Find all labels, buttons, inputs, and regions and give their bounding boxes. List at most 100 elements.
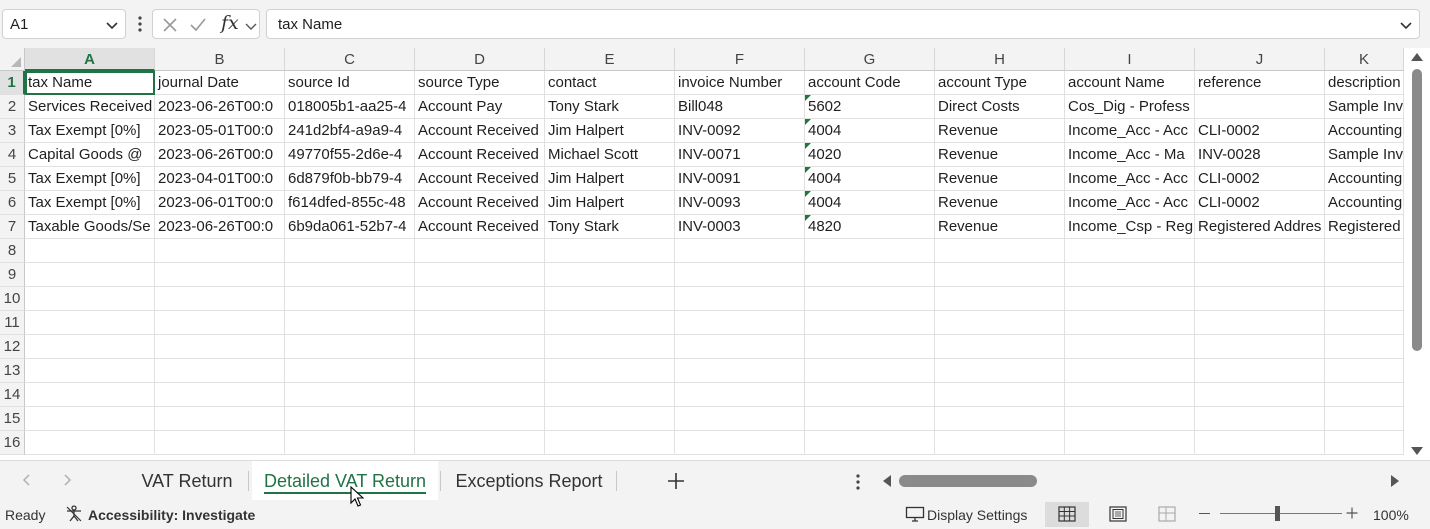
row-header-12[interactable]: 12 [0,335,25,359]
chevron-down-icon[interactable] [245,20,257,32]
column-header-h[interactable]: H [935,48,1065,71]
column-header-d[interactable]: D [415,48,545,71]
row-header-2[interactable]: 2 [0,95,25,119]
row-header-16[interactable]: 16 [0,431,25,455]
cell-d10[interactable] [415,287,545,311]
column-header-g[interactable]: G [805,48,935,71]
cell-c15[interactable] [285,407,415,431]
cell-g10[interactable] [805,287,935,311]
cell-d12[interactable] [415,335,545,359]
cell-i13[interactable] [1065,359,1195,383]
cell-h12[interactable] [935,335,1065,359]
cell-d13[interactable] [415,359,545,383]
cell-a13[interactable] [25,359,155,383]
cell-a1[interactable]: tax Name [25,71,155,95]
display-settings-label[interactable]: Display Settings [927,507,1027,523]
cell-d9[interactable] [415,263,545,287]
cell-j14[interactable] [1195,383,1325,407]
more-options-icon[interactable] [854,473,862,491]
cell-c10[interactable] [285,287,415,311]
cell-j7[interactable]: Registered Addres [1195,215,1325,239]
cell-d6[interactable]: Account Received [415,191,545,215]
cell-g6[interactable]: 4004 [805,191,935,215]
cell-d16[interactable] [415,431,545,455]
accessibility-icon[interactable] [65,505,83,523]
cell-b1[interactable]: journal Date [155,71,285,95]
cell-g11[interactable] [805,311,935,335]
cell-b3[interactable]: 2023-05-01T00:0 [155,119,285,143]
zoom-level[interactable]: 100% [1373,507,1409,523]
cell-k2[interactable]: Sample Inv [1325,95,1404,119]
cell-b10[interactable] [155,287,285,311]
cell-i12[interactable] [1065,335,1195,359]
cell-e8[interactable] [545,239,675,263]
cell-h13[interactable] [935,359,1065,383]
column-header-i[interactable]: I [1065,48,1195,71]
cell-i2[interactable]: Cos_Dig - Profess [1065,95,1195,119]
cell-k3[interactable]: Accounting [1325,119,1404,143]
page-break-preview-button[interactable] [1145,502,1189,527]
row-header-15[interactable]: 15 [0,407,25,431]
cell-c2[interactable]: 018005b1-aa25-4 [285,95,415,119]
cell-h1[interactable]: account Type [935,71,1065,95]
cell-c8[interactable] [285,239,415,263]
cell-j8[interactable] [1195,239,1325,263]
add-sheet-icon[interactable] [666,471,686,491]
cell-b5[interactable]: 2023-04-01T00:0 [155,167,285,191]
cell-a16[interactable] [25,431,155,455]
row-header-4[interactable]: 4 [0,143,25,167]
cell-d2[interactable]: Account Pay [415,95,545,119]
cell-j16[interactable] [1195,431,1325,455]
cell-h11[interactable] [935,311,1065,335]
cell-d11[interactable] [415,311,545,335]
cell-e6[interactable]: Jim Halpert [545,191,675,215]
cell-j9[interactable] [1195,263,1325,287]
name-box[interactable]: A1 [2,9,126,39]
cell-d1[interactable]: source Type [415,71,545,95]
cell-f8[interactable] [675,239,805,263]
cell-j4[interactable]: INV-0028 [1195,143,1325,167]
tab-vat-return[interactable]: VAT Return [128,461,246,501]
horizontal-scroll-thumb[interactable] [899,475,1037,487]
cell-e10[interactable] [545,287,675,311]
cell-i14[interactable] [1065,383,1195,407]
cell-b6[interactable]: 2023-06-01T00:0 [155,191,285,215]
cell-c6[interactable]: f614dfed-855c-48 [285,191,415,215]
scroll-up-icon[interactable] [1411,53,1423,61]
cell-g3[interactable]: 4004 [805,119,935,143]
cell-b11[interactable] [155,311,285,335]
cell-j6[interactable]: CLI-0002 [1195,191,1325,215]
cell-k16[interactable] [1325,431,1404,455]
cell-f3[interactable]: INV-0092 [675,119,805,143]
row-header-5[interactable]: 5 [0,167,25,191]
scroll-right-icon[interactable] [1391,475,1399,487]
cell-g8[interactable] [805,239,935,263]
cell-e3[interactable]: Jim Halpert [545,119,675,143]
cell-c7[interactable]: 6b9da061-52b7-4 [285,215,415,239]
cell-k8[interactable] [1325,239,1404,263]
cell-e13[interactable] [545,359,675,383]
cell-h7[interactable]: Revenue [935,215,1065,239]
cell-c13[interactable] [285,359,415,383]
scroll-down-icon[interactable] [1411,447,1423,455]
column-header-b[interactable]: B [155,48,285,71]
cell-a8[interactable] [25,239,155,263]
cell-d15[interactable] [415,407,545,431]
cell-f4[interactable]: INV-0071 [675,143,805,167]
cell-d3[interactable]: Account Received [415,119,545,143]
row-header-7[interactable]: 7 [0,215,25,239]
column-header-c[interactable]: C [285,48,415,71]
normal-view-button[interactable] [1045,502,1089,527]
cell-h9[interactable] [935,263,1065,287]
column-header-a[interactable]: A [25,48,155,71]
cell-d5[interactable]: Account Received [415,167,545,191]
cell-f14[interactable] [675,383,805,407]
cell-k7[interactable]: Registered [1325,215,1404,239]
cell-g2[interactable]: 5602 [805,95,935,119]
row-header-14[interactable]: 14 [0,383,25,407]
cell-g13[interactable] [805,359,935,383]
cell-b12[interactable] [155,335,285,359]
cell-k9[interactable] [1325,263,1404,287]
cell-h15[interactable] [935,407,1065,431]
cell-e16[interactable] [545,431,675,455]
